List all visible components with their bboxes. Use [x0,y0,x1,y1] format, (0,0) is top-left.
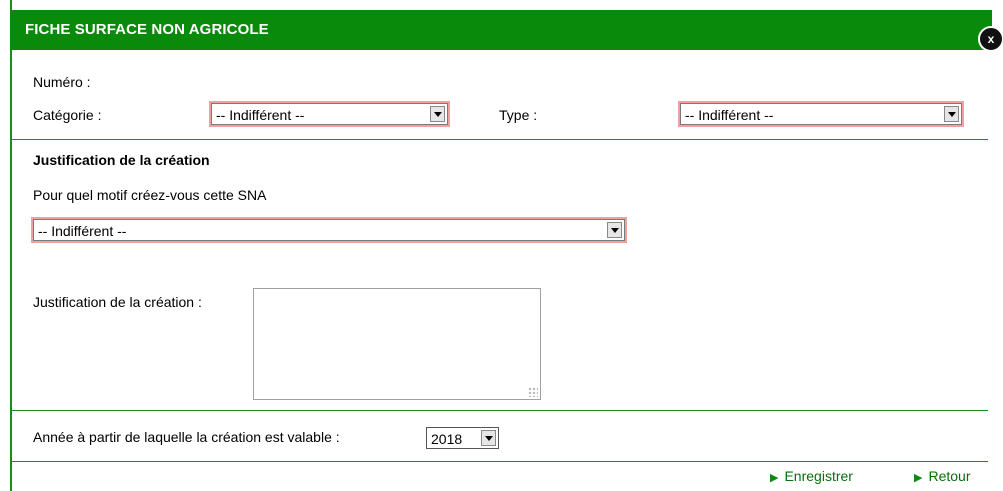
resize-grip-icon[interactable] [528,387,538,397]
back-button[interactable]: ▶ Retour [914,468,971,484]
motif-label: Pour quel motif créez-vous cette SNA [33,187,267,203]
play-arrow-icon: ▶ [914,472,923,484]
motif-select-value: -- Indifférent -- [38,223,127,239]
dialog-title: FICHE SURFACE NON AGRICOLE [25,21,269,38]
divider [12,410,988,411]
annee-select-value: 2018 [431,431,463,447]
back-button-label: Retour [928,468,971,484]
play-arrow-icon: ▶ [770,472,779,484]
chevron-down-icon [607,222,622,238]
categorie-select-value: -- Indifférent -- [216,107,305,123]
justification-textarea[interactable] [253,288,541,400]
type-label: Type : [499,107,538,123]
dialog [10,0,1003,491]
chevron-down-icon [944,106,959,122]
annee-select[interactable]: 2018 [426,427,499,449]
dialog-titlebar: FICHE SURFACE NON AGRICOLE [10,10,992,50]
divider [12,461,988,462]
type-select[interactable]: -- Indifférent -- [680,103,962,125]
close-button[interactable]: x [978,26,1003,52]
save-button[interactable]: ▶ Enregistrer [770,468,853,484]
justification-text-label: Justification de la création : [33,294,202,310]
divider [12,139,988,140]
numero-label: Numéro : [33,74,91,90]
motif-select[interactable]: -- Indifférent -- [33,219,625,241]
chevron-down-icon [481,430,496,446]
justification-section-title: Justification de la création [33,152,210,168]
save-button-label: Enregistrer [784,468,853,484]
chevron-down-icon [430,106,445,122]
annee-label: Année à partir de laquelle la création e… [33,429,340,445]
categorie-label: Catégorie : [33,107,102,123]
categorie-select[interactable]: -- Indifférent -- [211,103,448,125]
type-select-value: -- Indifférent -- [685,107,774,123]
